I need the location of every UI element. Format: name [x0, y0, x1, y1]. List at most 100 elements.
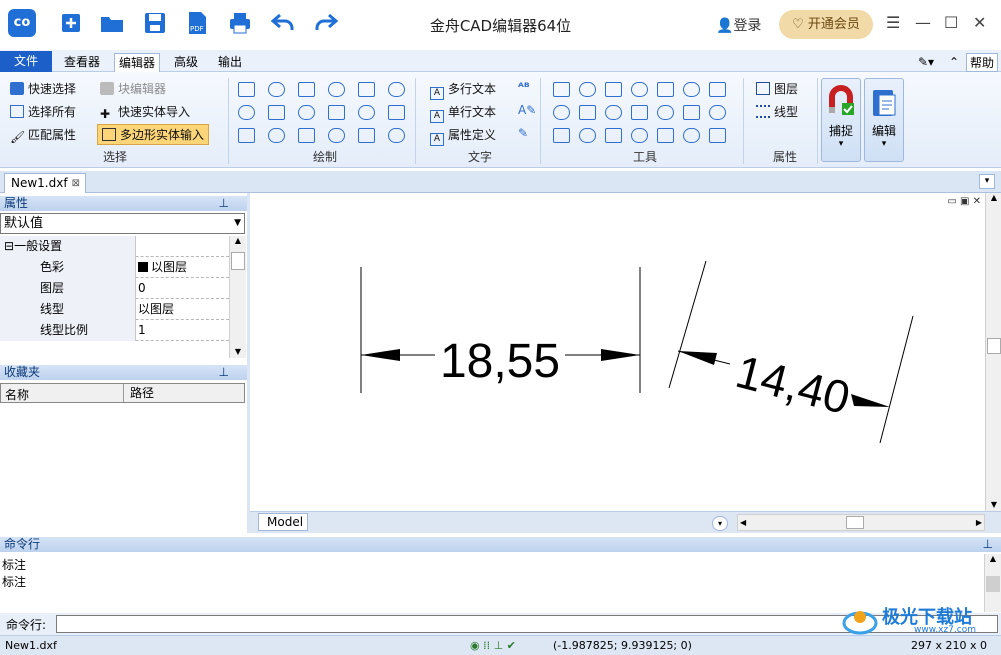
canvas-window-controls[interactable]: ▭ ▣ ✕ — [947, 196, 981, 207]
edit-tool-icon[interactable] — [579, 105, 596, 120]
edit-button[interactable]: 编辑 ▾ — [864, 78, 904, 162]
property-row[interactable]: 色彩 以图层 — [0, 257, 229, 278]
mtext-button[interactable]: A 多行文本 — [430, 80, 496, 100]
maximize-icon[interactable]: ☐ — [944, 13, 958, 32]
scroll-up-icon[interactable]: ▲ — [985, 554, 1001, 563]
draw-tool-icon[interactable] — [358, 82, 375, 97]
edit-tool-icon[interactable] — [657, 105, 674, 120]
canvas-hscroll[interactable]: ◀ ▶ — [737, 514, 985, 531]
edit-tool-icon[interactable] — [683, 105, 700, 120]
scroll-thumb[interactable] — [986, 576, 1000, 592]
collapse-ribbon-icon[interactable]: ⌃ — [946, 53, 962, 72]
layout-menu-icon[interactable]: ▾ — [712, 516, 728, 531]
snap-status-icon[interactable]: ◉ ⁞⁞ ⊥ ✔ — [470, 636, 516, 655]
property-row[interactable]: 线型 以图层 — [0, 299, 229, 320]
draw-tool-icon[interactable] — [268, 105, 285, 120]
abc-icon[interactable]: ᴬᴮ — [518, 80, 530, 94]
tab-file[interactable]: 文件 — [0, 51, 52, 72]
property-row[interactable]: 图层 0 — [0, 278, 229, 299]
edit-tool-icon[interactable] — [709, 105, 726, 120]
edit-tool-icon[interactable] — [683, 128, 700, 143]
stext-button[interactable]: A 单行文本 — [430, 103, 496, 123]
edit-tool-icon[interactable] — [631, 82, 648, 97]
draw-tool-icon[interactable] — [238, 82, 255, 97]
close-icon[interactable]: ✕ — [973, 13, 986, 32]
login-button[interactable]: 👤登录 — [716, 15, 761, 35]
draw-tool-icon[interactable] — [388, 105, 405, 120]
help-button[interactable]: 帮助 — [966, 53, 998, 72]
props-scrollbar[interactable]: ▲ ▼ — [229, 236, 246, 358]
model-tab[interactable]: Model — [258, 513, 308, 531]
edit-tool-icon[interactable] — [631, 128, 648, 143]
minimize-icon[interactable]: — — [915, 13, 931, 32]
scroll-down-icon[interactable]: ▼ — [986, 500, 1001, 509]
property-value[interactable]: 以图层 — [138, 257, 187, 277]
draw-tool-icon[interactable] — [268, 128, 285, 143]
pin-icon[interactable]: ⊥ — [219, 365, 229, 380]
draw-tool-icon[interactable] — [358, 128, 375, 143]
edit-tool-icon[interactable] — [579, 82, 596, 97]
tab-advanced[interactable]: 高级 — [166, 53, 206, 72]
draw-tool-icon[interactable] — [358, 105, 375, 120]
scroll-up-icon[interactable]: ▲ — [986, 193, 1001, 202]
scroll-thumb[interactable] — [231, 252, 245, 270]
linetype-button[interactable]: 线型 — [756, 103, 798, 120]
draw-tool-icon[interactable] — [328, 105, 345, 120]
draw-tool-icon[interactable] — [238, 105, 255, 120]
tab-editor[interactable]: 编辑器 — [114, 53, 160, 72]
edit-tool-icon[interactable] — [631, 105, 648, 120]
draw-tool-icon[interactable] — [268, 82, 285, 97]
collapse-icon[interactable]: ⊟ — [4, 239, 14, 253]
draw-tool-icon[interactable] — [298, 128, 315, 143]
pin-icon[interactable]: ⊥ — [219, 196, 229, 211]
edit-tool-icon[interactable] — [683, 82, 700, 97]
text-style-icon[interactable]: A✎ — [518, 103, 536, 117]
col-path[interactable]: 路径 — [123, 384, 154, 402]
edit-tool-icon[interactable] — [553, 105, 570, 120]
property-value[interactable]: 1 — [138, 320, 146, 340]
quick-select-button[interactable]: 快速选择 — [10, 80, 76, 97]
match-props-button[interactable]: 🖌 匹配属性 — [10, 126, 76, 144]
tab-output[interactable]: 输出 — [210, 53, 250, 72]
props-dropdown[interactable]: 默认值 ▼ — [0, 213, 245, 234]
draw-tool-icon[interactable] — [298, 105, 315, 120]
property-value[interactable]: 0 — [138, 278, 146, 298]
edit-tool-icon[interactable] — [605, 128, 622, 143]
draw-tool-icon[interactable] — [388, 128, 405, 143]
edit-tool-icon[interactable] — [657, 82, 674, 97]
property-row[interactable]: 线型比例 1 — [0, 320, 229, 341]
scroll-thumb[interactable] — [987, 338, 1001, 354]
style-icon[interactable]: ✎▾ — [912, 53, 940, 72]
edit-tool-icon[interactable] — [553, 128, 570, 143]
doc-tab-new1[interactable]: New1.dxf ⊠ — [4, 173, 86, 193]
col-name[interactable]: 名称 — [5, 386, 29, 403]
canvas-vscroll[interactable]: ▲ ▼ — [985, 193, 1001, 511]
polygon-entity-button[interactable]: 多边形实体输入 — [97, 124, 210, 145]
edit-tool-icon[interactable] — [579, 128, 596, 143]
attdef-button[interactable]: A 属性定义 — [430, 126, 496, 146]
scroll-left-icon[interactable]: ◀ — [740, 515, 746, 530]
select-all-button[interactable]: 选择所有 — [10, 103, 76, 120]
quick-import-button[interactable]: ✚ 快速实体导入 — [100, 103, 190, 121]
edit-tool-icon[interactable] — [709, 82, 726, 97]
edit-tool-icon[interactable] — [553, 82, 570, 97]
block-editor-button[interactable]: 块编辑器 — [100, 80, 166, 97]
snap-button[interactable]: 捕捉 ▾ — [821, 78, 861, 162]
drawing-canvas[interactable]: 18,55 14,40 ▭ ▣ ✕ — [250, 193, 985, 511]
draw-tool-icon[interactable] — [328, 82, 345, 97]
tab-viewer[interactable]: 查看器 — [57, 53, 107, 72]
draw-tool-icon[interactable] — [298, 82, 315, 97]
scroll-thumb[interactable] — [846, 516, 864, 529]
edit-tool-icon[interactable] — [605, 105, 622, 120]
draw-tool-icon[interactable] — [328, 128, 345, 143]
text-edit-icon[interactable]: ✎ — [518, 126, 528, 140]
edit-tool-icon[interactable] — [657, 128, 674, 143]
group-row[interactable]: ⊟一般设置 — [0, 236, 229, 257]
close-tab-icon[interactable]: ⊠ — [72, 174, 80, 193]
scroll-down-icon[interactable]: ▼ — [230, 347, 246, 356]
menu-icon[interactable]: ☰ — [886, 13, 900, 32]
scroll-right-icon[interactable]: ▶ — [976, 515, 982, 530]
tabs-menu-icon[interactable]: ▾ — [979, 174, 995, 189]
vip-button[interactable]: ♡ 开通会员 — [779, 10, 873, 39]
edit-tool-icon[interactable] — [709, 128, 726, 143]
